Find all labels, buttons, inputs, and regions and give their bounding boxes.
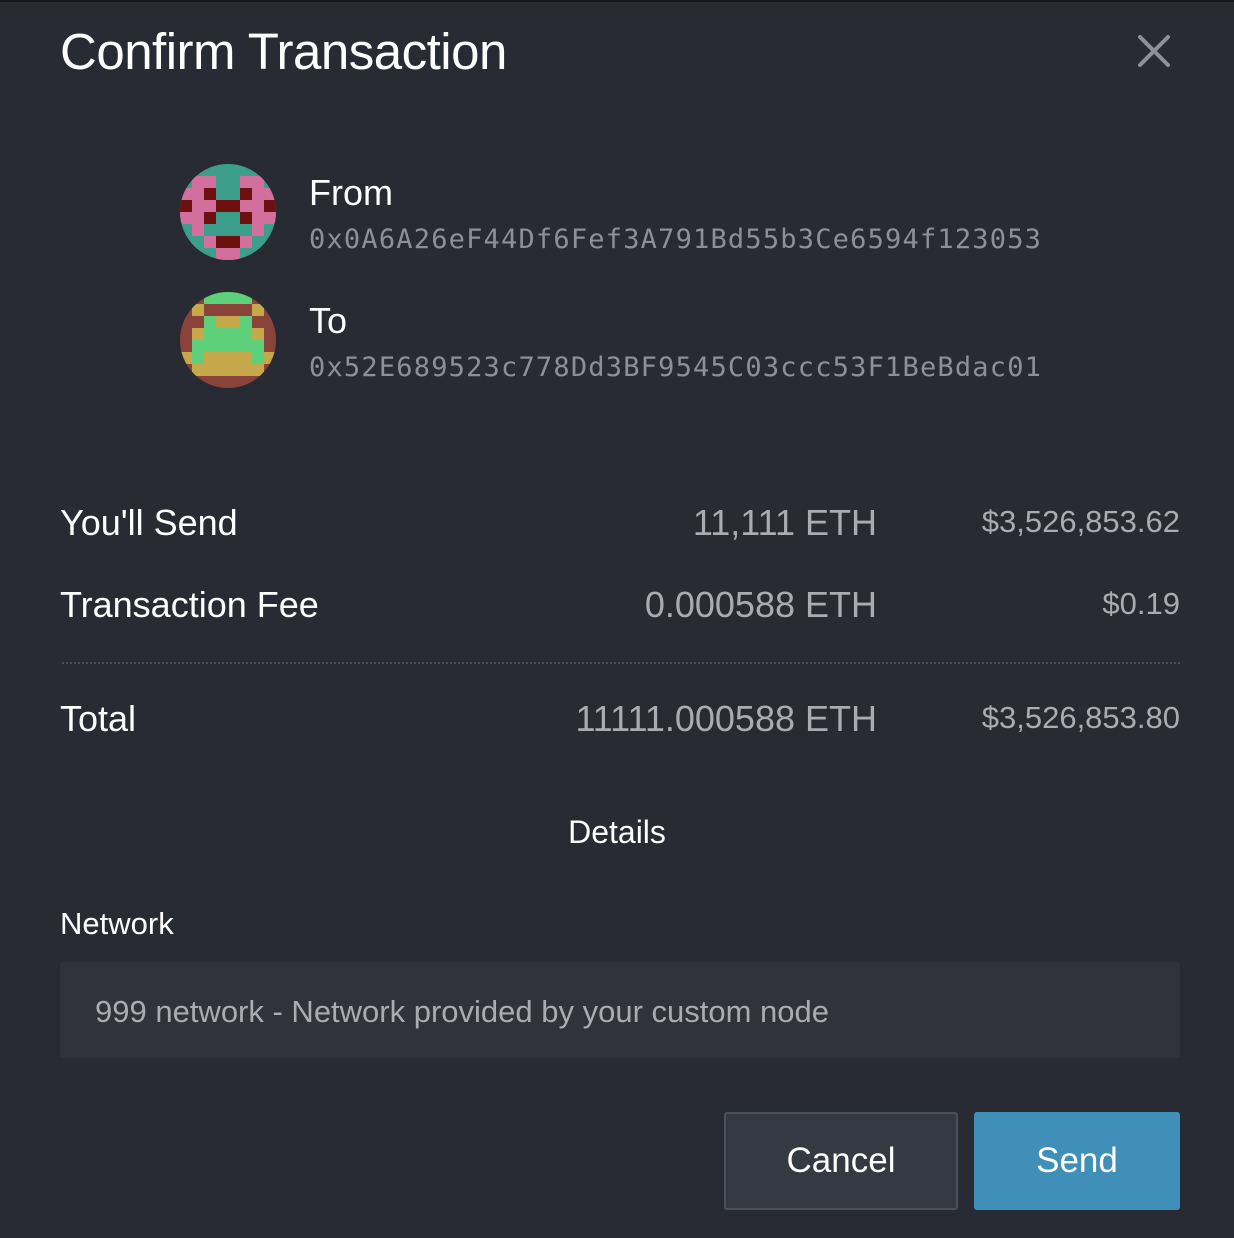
fee-row: Transaction Fee 0.000588 ETH $0.19: [60, 584, 1180, 634]
to-address: 0x52E689523c778Dd3BF9545C03ccc53F1BeBdac…: [309, 352, 1043, 383]
cancel-button[interactable]: Cancel: [724, 1112, 958, 1210]
send-label: You'll Send: [60, 502, 238, 543]
details-toggle[interactable]: Details: [0, 814, 1234, 851]
from-address: 0x0A6A26eF44Df6Fef3A791Bd55b3Ce6594f1230…: [309, 224, 1043, 255]
to-label: To: [309, 300, 348, 341]
network-label: Network: [60, 906, 174, 941]
total-row: Total 11111.000588 ETH $3,526,853.80: [60, 698, 1180, 748]
window-top-edge: [0, 0, 1234, 2]
send-amount-row: You'll Send 11,111 ETH $3,526,853.62: [60, 502, 1180, 552]
total-label: Total: [60, 698, 137, 739]
from-label: From: [309, 172, 393, 213]
summary-divider: [62, 662, 1180, 664]
fee-label: Transaction Fee: [60, 584, 319, 625]
dialog-title: Confirm Transaction: [60, 23, 507, 80]
network-field: 999 network - Network provided by your c…: [60, 962, 1180, 1058]
fee-fiat-value: $0.19: [1102, 586, 1180, 621]
send-button[interactable]: Send: [974, 1112, 1180, 1210]
send-fiat-value: $3,526,853.62: [981, 504, 1180, 539]
close-icon[interactable]: [1131, 30, 1177, 76]
send-amount: 11,111 ETH: [692, 502, 877, 543]
to-account: To 0x52E689523c778Dd3BF9545C03ccc53F1BeB…: [180, 292, 1130, 392]
from-account: From 0x0A6A26eF44Df6Fef3A791Bd55b3Ce6594…: [180, 164, 1130, 264]
total-fiat-value: $3,526,853.80: [981, 700, 1180, 735]
network-value: 999 network - Network provided by your c…: [95, 994, 830, 1029]
from-identicon-avatar: [180, 164, 276, 260]
total-amount: 11111.000588 ETH: [575, 698, 877, 739]
to-identicon-avatar: [180, 292, 276, 388]
fee-amount: 0.000588 ETH: [644, 584, 877, 625]
